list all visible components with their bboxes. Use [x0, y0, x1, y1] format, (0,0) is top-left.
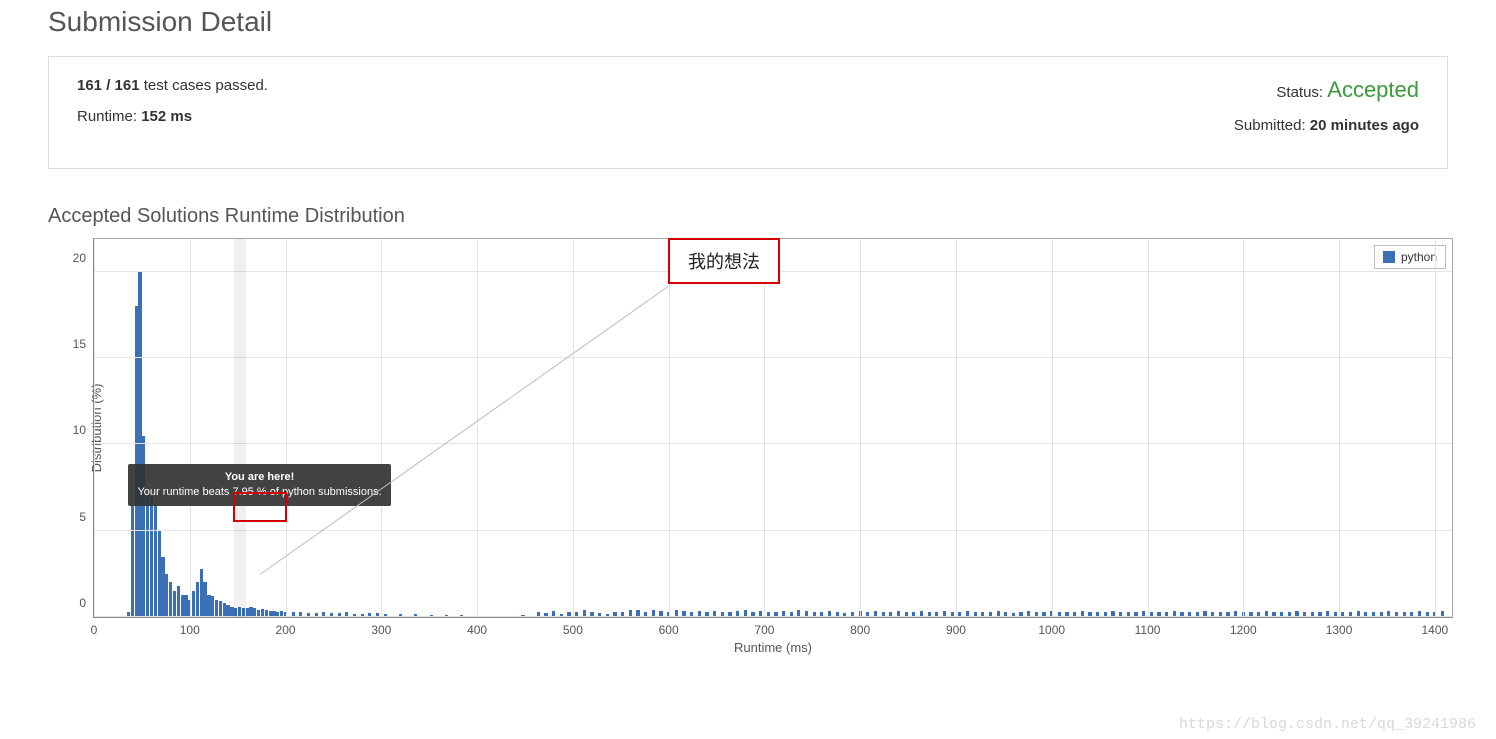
annotation-small-red-box — [233, 492, 287, 522]
chart-bar[interactable] — [203, 582, 206, 617]
tests-passed: 161 / 161 test cases passed. — [77, 77, 268, 94]
status-label: Status: — [1276, 84, 1327, 101]
chart-title: Accepted Solutions Runtime Distribution — [48, 205, 1448, 228]
chart-bar[interactable] — [158, 531, 161, 617]
tooltip-title: You are here! — [137, 470, 381, 485]
chart-bar[interactable] — [207, 595, 210, 617]
chart-bar[interactable] — [184, 595, 187, 617]
chart-bar[interactable] — [161, 557, 164, 617]
submitted-row: Submitted: 20 minutes ago — [1234, 117, 1419, 134]
x-tick: 600 — [659, 617, 679, 637]
status-value: Accepted — [1327, 77, 1419, 102]
runtime-value: 152 ms — [141, 108, 192, 125]
annotation-callout-text: 我的想法 — [688, 252, 760, 272]
x-tick: 700 — [754, 617, 774, 637]
chart-bars-layer — [94, 239, 1452, 617]
x-tick: 1300 — [1326, 617, 1353, 637]
x-tick: 1000 — [1038, 617, 1065, 637]
annotation-callout-box: 我的想法 — [668, 238, 780, 284]
submitted-value: 20 minutes ago — [1310, 117, 1419, 134]
chart-bar[interactable] — [192, 591, 195, 617]
runtime-label: Runtime: — [77, 108, 141, 125]
x-tick: 100 — [180, 617, 200, 637]
chart-bar[interactable] — [196, 582, 199, 617]
chart-bar[interactable] — [131, 505, 134, 617]
chart-bar[interactable] — [150, 496, 153, 617]
x-tick: 1200 — [1230, 617, 1257, 637]
status-row: Status: Accepted — [1234, 77, 1419, 103]
y-tick: 0 — [79, 596, 94, 610]
chart-bar[interactable] — [142, 436, 145, 617]
chart-bar[interactable] — [154, 505, 157, 617]
y-tick: 15 — [73, 337, 94, 351]
x-tick: 200 — [276, 617, 296, 637]
chart-bar[interactable] — [215, 600, 218, 617]
page-title: Submission Detail — [48, 6, 1448, 38]
chart-bar[interactable] — [200, 569, 203, 617]
x-tick: 500 — [563, 617, 583, 637]
summary-panel: 161 / 161 test cases passed. Runtime: 15… — [48, 56, 1448, 169]
tests-passed-count: 161 / 161 — [77, 77, 140, 94]
x-tick: 1100 — [1135, 617, 1161, 637]
chart-bar[interactable] — [177, 586, 180, 617]
x-tick: 1400 — [1421, 617, 1448, 637]
chart-bar[interactable] — [181, 595, 184, 617]
runtime-distribution-chart[interactable]: Distribution (%) Runtime (ms) python 051… — [93, 238, 1453, 618]
runtime-row: Runtime: 152 ms — [77, 108, 268, 125]
chart-bar[interactable] — [135, 306, 138, 617]
watermark-text: https://blog.csdn.net/qq_39241986 — [1179, 716, 1476, 733]
chart-bar[interactable] — [211, 596, 214, 617]
chart-bar[interactable] — [223, 603, 226, 617]
chart-bar[interactable] — [219, 601, 222, 617]
x-axis-label: Runtime (ms) — [734, 640, 812, 655]
y-tick: 5 — [79, 510, 94, 524]
submitted-label: Submitted: — [1234, 117, 1310, 134]
chart-bar[interactable] — [165, 574, 168, 617]
y-tick: 10 — [73, 423, 94, 437]
chart-bar[interactable] — [146, 496, 149, 617]
chart-bar[interactable] — [169, 582, 172, 617]
x-tick: 900 — [946, 617, 966, 637]
x-tick: 0 — [91, 617, 98, 637]
x-tick: 300 — [371, 617, 391, 637]
your-runtime-marker — [234, 239, 246, 617]
tests-passed-suffix: test cases passed. — [140, 77, 268, 94]
y-tick: 20 — [73, 251, 94, 265]
chart-bar[interactable] — [173, 591, 176, 617]
x-tick: 400 — [467, 617, 487, 637]
x-tick: 800 — [850, 617, 870, 637]
